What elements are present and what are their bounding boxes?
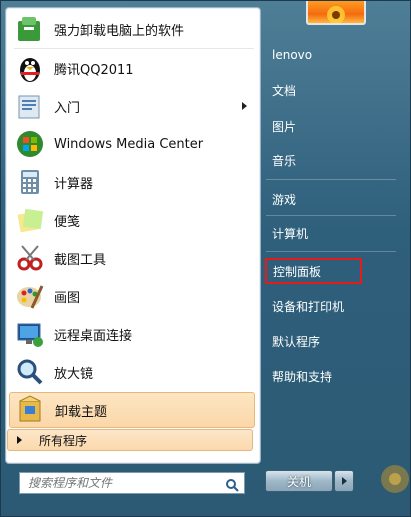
right-item-default-programs[interactable]: 默认程序 <box>266 328 362 354</box>
program-label: 卸载主题 <box>55 404 108 420</box>
background-flower-decoration <box>381 465 409 493</box>
separator <box>266 179 396 180</box>
programs-panel: 强力卸载电脑上的软件 腾讯QQ2011 入门 Windows Media Cen… <box>5 7 261 464</box>
program-label: 强力卸载电脑上的软件 <box>54 23 185 39</box>
submenu-arrow-icon <box>242 102 247 110</box>
right-item-documents[interactable]: 文档 <box>266 77 362 103</box>
program-item-uninstaller[interactable]: 强力卸载电脑上的软件 <box>9 11 255 47</box>
magnifier-icon <box>14 356 46 388</box>
separator <box>266 215 396 216</box>
right-item-label: 图片 <box>272 119 297 134</box>
user-avatar[interactable] <box>306 1 366 25</box>
right-item-label: lenovo <box>272 48 313 62</box>
search-icon[interactable] <box>225 477 239 496</box>
search-area <box>5 464 259 510</box>
arrow-right-icon <box>17 436 22 444</box>
uninstall-theme-icon <box>15 394 47 426</box>
paint-icon <box>14 280 46 312</box>
program-item-snipping-tool[interactable]: 截图工具 <box>9 240 255 276</box>
right-item-label: 计算机 <box>272 226 309 241</box>
right-item-music[interactable]: 音乐 <box>266 147 362 173</box>
qq-penguin-icon <box>14 52 46 84</box>
program-item-calculator[interactable]: 计算器 <box>9 164 255 200</box>
program-item-paint[interactable]: 画图 <box>9 278 255 314</box>
right-item-label: 控制面板 <box>273 264 322 279</box>
right-item-pictures[interactable]: 图片 <box>266 113 362 139</box>
program-item-remote-desktop[interactable]: 远程桌面连接 <box>9 316 255 352</box>
separator <box>14 48 254 49</box>
right-item-user[interactable]: lenovo <box>266 42 362 68</box>
right-item-computer[interactable]: 计算机 <box>266 220 362 246</box>
program-label: 计算器 <box>54 176 94 192</box>
program-label: Windows Media Center <box>54 136 204 152</box>
right-item-label: 设备和打印机 <box>272 299 345 314</box>
shutdown-options-button[interactable] <box>334 470 354 492</box>
uninstaller-icon <box>14 13 46 45</box>
getting-started-icon <box>14 90 46 122</box>
separator <box>266 251 396 252</box>
program-item-uninstall-theme[interactable]: 卸载主题 <box>9 392 255 428</box>
program-item-sticky-notes[interactable]: 便笺 <box>9 202 255 238</box>
shutdown-label: 关机 <box>286 474 311 489</box>
program-item-magnifier[interactable]: 放大镜 <box>9 354 255 390</box>
program-label: 放大镜 <box>54 366 94 382</box>
right-item-label: 文档 <box>272 83 297 98</box>
program-label: 远程桌面连接 <box>54 328 133 344</box>
right-item-control-panel[interactable]: 控制面板 <box>265 258 362 284</box>
program-label: 截图工具 <box>54 252 107 268</box>
program-label: 画图 <box>54 290 81 306</box>
search-box[interactable] <box>19 472 245 494</box>
right-item-label: 默认程序 <box>272 334 321 349</box>
right-item-games[interactable]: 游戏 <box>266 186 362 212</box>
program-item-qq[interactable]: 腾讯QQ2011 <box>9 50 255 86</box>
all-programs-label: 所有程序 <box>39 433 88 448</box>
program-label: 腾讯QQ2011 <box>54 62 134 78</box>
remote-desktop-icon <box>14 318 46 350</box>
start-menu: 强力卸载电脑上的软件 腾讯QQ2011 入门 Windows Media Cen… <box>0 0 411 517</box>
program-item-getting-started[interactable]: 入门 <box>9 88 255 124</box>
program-label: 入门 <box>54 100 81 116</box>
calculator-icon <box>14 166 46 198</box>
right-item-help-support[interactable]: 帮助和支持 <box>266 363 362 389</box>
right-item-devices-printers[interactable]: 设备和打印机 <box>266 293 362 319</box>
search-input[interactable] <box>26 475 220 491</box>
right-item-label: 帮助和支持 <box>272 369 333 384</box>
windows-media-center-icon <box>14 128 46 160</box>
right-item-label: 音乐 <box>272 153 297 168</box>
all-programs-button[interactable]: 所有程序 <box>7 429 253 451</box>
program-item-media-center[interactable]: Windows Media Center <box>9 126 255 162</box>
shutdown-button[interactable]: 关机 <box>265 470 333 492</box>
snipping-tool-icon <box>14 242 46 274</box>
sticky-notes-icon <box>14 204 46 236</box>
program-label: 便笺 <box>54 214 81 230</box>
arrow-right-icon <box>342 477 347 485</box>
right-item-label: 游戏 <box>272 192 297 207</box>
